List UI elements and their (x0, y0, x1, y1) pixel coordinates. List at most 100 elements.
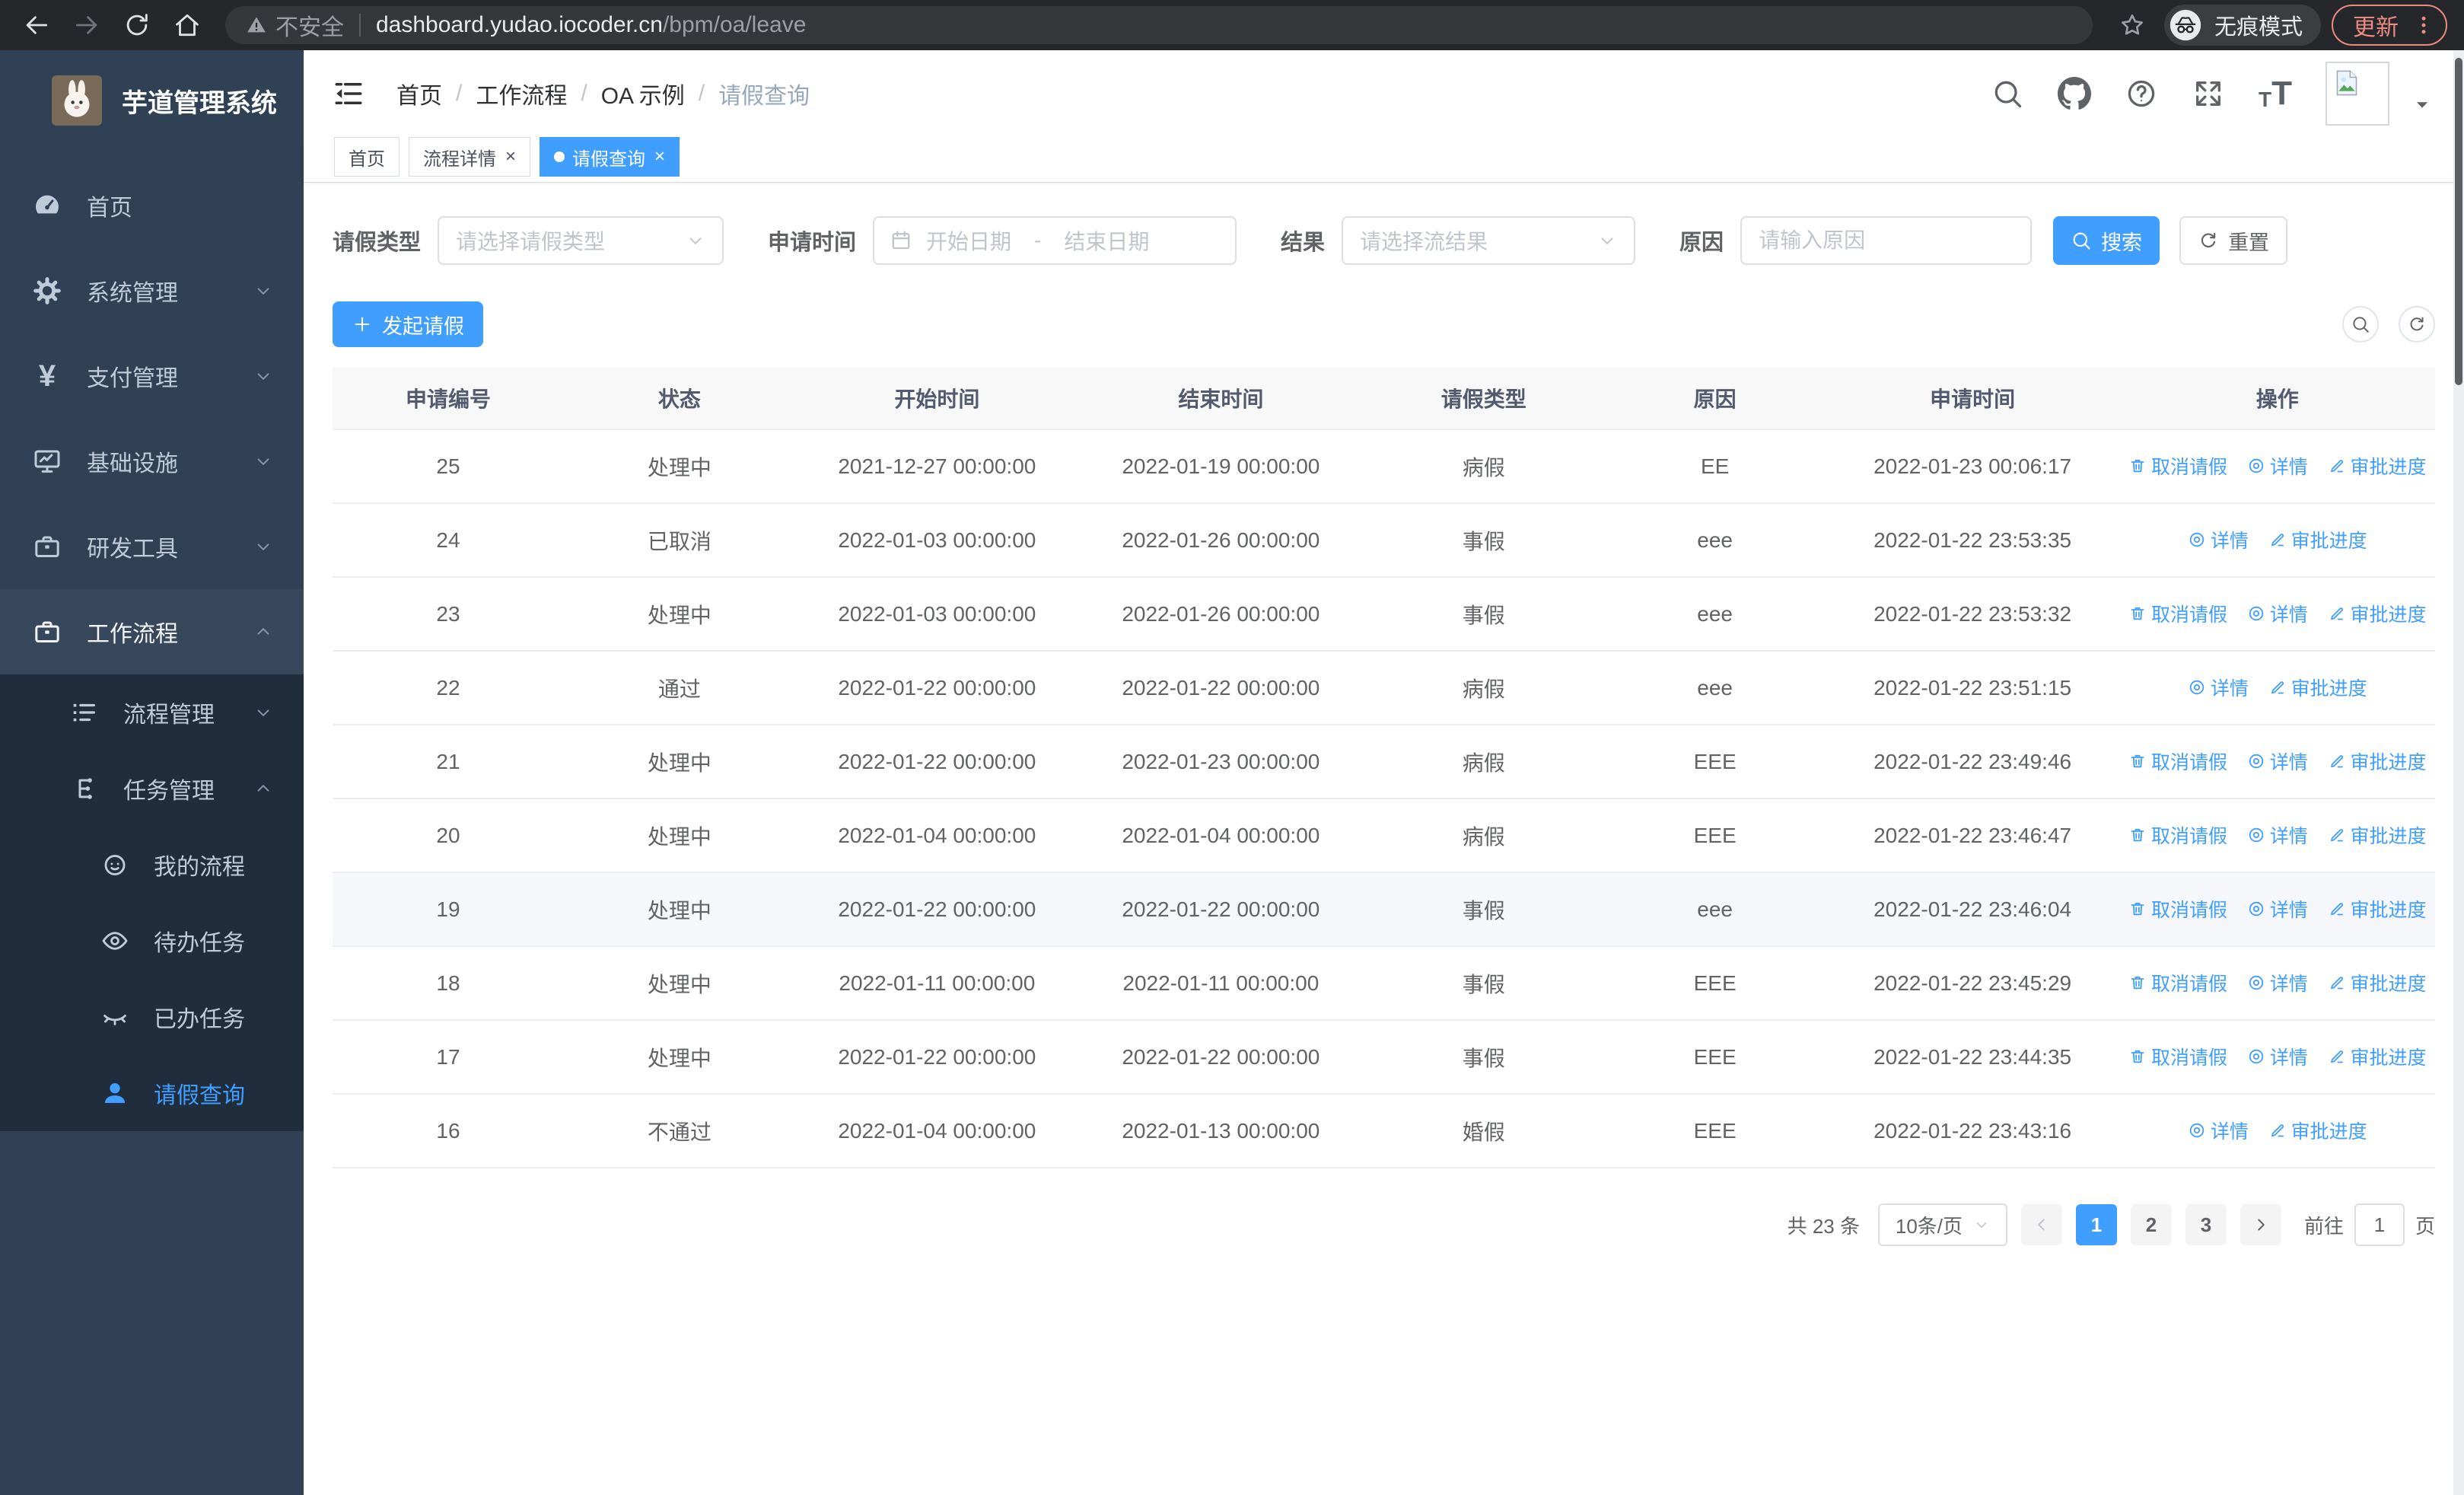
approval-progress-link[interactable]: 审批进度 (2268, 1117, 2367, 1144)
avatar-caret-icon[interactable] (2412, 95, 2432, 115)
address-bar[interactable]: 不安全 dashboard.yudao.iocoder.cn/bpm/oa/le… (225, 6, 2093, 44)
browser-reload-button[interactable] (117, 5, 157, 45)
sidebar-item-payment-mgmt[interactable]: ¥ 支付管理 (0, 333, 304, 419)
detail-link[interactable]: 详情 (2247, 1043, 2308, 1070)
trash-icon (2128, 1047, 2147, 1066)
font-size-icon[interactable]: TT (2259, 77, 2292, 110)
browser-menu-icon[interactable] (2412, 14, 2435, 37)
pen-icon (2328, 900, 2346, 918)
app-logo-row[interactable]: 芋道管理系统 (0, 50, 304, 151)
sidebar-item-workflow[interactable]: 工作流程 (0, 589, 304, 674)
approval-progress-link[interactable]: 审批进度 (2328, 1043, 2427, 1070)
browser-back-button[interactable] (17, 5, 56, 45)
browser-home-button[interactable] (167, 5, 207, 45)
tag-tab-home[interactable]: 首页 (334, 137, 400, 177)
cancel-leave-link[interactable]: 取消请假 (2128, 821, 2227, 849)
cell-actions: 取消请假 详情 审批进度 (2119, 872, 2435, 947)
sidebar-item-todo-tasks[interactable]: 待办任务 (0, 903, 304, 979)
window-scrollbar[interactable] (2453, 50, 2464, 1495)
detail-link[interactable]: 详情 (2247, 600, 2308, 627)
pen-icon (2328, 974, 2346, 992)
leave-type-select[interactable]: 请选择请假类型 (438, 216, 724, 265)
cancel-leave-link[interactable]: 取消请假 (2128, 895, 2227, 923)
tree-icon (68, 773, 99, 804)
approval-progress-link[interactable]: 审批进度 (2328, 895, 2427, 923)
cell-leave-type: 事假 (1362, 577, 1605, 652)
detail-link[interactable]: 详情 (2188, 674, 2249, 701)
breadcrumb-item[interactable]: 首页 (396, 77, 442, 110)
goto-page-input[interactable] (2354, 1203, 2405, 1246)
fullscreen-icon[interactable] (2192, 77, 2225, 110)
sidebar-item-dev-tools[interactable]: 研发工具 (0, 504, 304, 589)
cell-reason: EEE (1604, 1094, 1826, 1168)
result-select[interactable]: 请选择流结果 (1342, 216, 1636, 265)
sidebar-item-my-process[interactable]: 我的流程 (0, 827, 304, 903)
page-button-3[interactable]: 3 (2185, 1204, 2227, 1245)
browser-forward-button[interactable] (67, 5, 107, 45)
page-button-2[interactable]: 2 (2130, 1204, 2172, 1245)
site-security-badge[interactable]: 不安全 (245, 8, 344, 42)
browser-update-button[interactable]: 更新 (2332, 5, 2447, 46)
close-icon[interactable]: × (505, 146, 516, 167)
detail-link[interactable]: 详情 (2247, 748, 2308, 775)
table-refresh-button[interactable] (2399, 306, 2435, 343)
sidebar-item-system-mgmt[interactable]: 系统管理 (0, 248, 304, 333)
detail-link[interactable]: 详情 (2247, 821, 2308, 849)
sidebar-item-infrastructure[interactable]: 基础设施 (0, 419, 304, 504)
create-leave-button[interactable]: 发起请假 (333, 301, 483, 347)
security-label: 不安全 (275, 15, 344, 40)
prev-page-button[interactable] (2020, 1204, 2062, 1245)
approval-progress-link[interactable]: 审批进度 (2268, 674, 2367, 701)
close-icon[interactable]: × (654, 146, 665, 167)
cell-start-time: 2022-01-11 00:00:00 (794, 946, 1079, 1021)
detail-link[interactable]: 详情 (2188, 526, 2249, 553)
url-host: dashboard.yudao.iocoder.cn (376, 12, 663, 37)
breadcrumb-item[interactable]: 工作流程 (476, 77, 567, 110)
approval-progress-link[interactable]: 审批进度 (2328, 452, 2427, 480)
approval-progress-link[interactable]: 审批进度 (2328, 821, 2427, 849)
search-button[interactable]: 搜索 (2053, 216, 2160, 265)
page-size-select[interactable]: 10条/页 (1877, 1203, 2007, 1246)
github-icon[interactable] (2058, 77, 2091, 110)
approval-progress-link[interactable]: 审批进度 (2328, 600, 2427, 627)
next-page-button[interactable] (2240, 1204, 2281, 1245)
sidebar-item-process-mgmt[interactable]: 流程管理 (0, 674, 304, 751)
cell-actions: 详情 审批进度 (2119, 651, 2435, 725)
page-button-1[interactable]: 1 (2075, 1204, 2117, 1245)
cancel-leave-link[interactable]: 取消请假 (2128, 452, 2227, 480)
cell-actions: 取消请假 详情 审批进度 (2119, 1020, 2435, 1095)
cell-reason: EE (1604, 429, 1826, 504)
breadcrumb-item[interactable]: OA 示例 (601, 77, 685, 110)
cell-end-time: 2022-01-04 00:00:00 (1078, 799, 1363, 873)
cancel-leave-link[interactable]: 取消请假 (2128, 600, 2227, 627)
detail-link[interactable]: 详情 (2247, 452, 2308, 480)
approval-progress-link[interactable]: 审批进度 (2328, 748, 2427, 775)
help-icon[interactable] (2125, 77, 2158, 110)
reset-button[interactable]: 重置 (2179, 216, 2288, 265)
sidebar-item-task-mgmt[interactable]: 任务管理 (0, 751, 304, 827)
detail-link[interactable]: 详情 (2247, 969, 2308, 996)
detail-link[interactable]: 详情 (2188, 1117, 2249, 1144)
table-search-toggle-button[interactable] (2342, 306, 2379, 343)
sidebar-item-home[interactable]: 首页 (0, 163, 304, 248)
sidebar-fold-icon[interactable] (333, 78, 365, 110)
cell-id: 16 (333, 1094, 564, 1168)
tag-tab-process-detail[interactable]: 流程详情 × (409, 137, 531, 177)
cancel-leave-link[interactable]: 取消请假 (2128, 748, 2227, 775)
sidebar-item-done-tasks[interactable]: 已办任务 (0, 979, 304, 1055)
cell-start-time: 2022-01-22 00:00:00 (794, 872, 1079, 947)
reason-input[interactable] (1740, 216, 2033, 265)
date-range-picker[interactable]: 开始日期 - 结束日期 (873, 216, 1237, 265)
approval-progress-link[interactable]: 审批进度 (2268, 526, 2367, 553)
detail-link[interactable]: 详情 (2247, 895, 2308, 923)
trash-icon (2128, 604, 2147, 623)
cancel-leave-link[interactable]: 取消请假 (2128, 969, 2227, 996)
search-icon[interactable] (1991, 77, 2024, 110)
bookmark-star-icon[interactable] (2119, 11, 2146, 39)
avatar[interactable] (2326, 62, 2389, 126)
scrollbar-thumb[interactable] (2455, 58, 2462, 385)
approval-progress-link[interactable]: 审批进度 (2328, 969, 2427, 996)
cancel-leave-link[interactable]: 取消请假 (2128, 1043, 2227, 1070)
sidebar-item-leave-query[interactable]: 请假查询 (0, 1055, 304, 1131)
tag-tab-leave-query[interactable]: 请假查询 × (540, 137, 680, 177)
